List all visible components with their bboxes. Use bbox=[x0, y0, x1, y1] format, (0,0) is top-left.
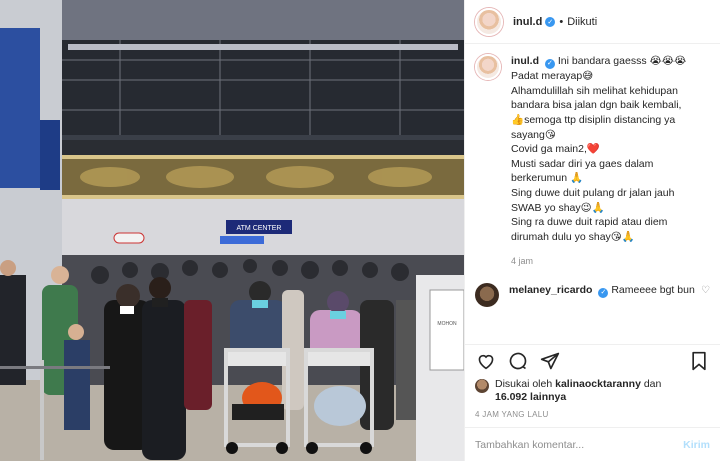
comment-like-heart-icon[interactable]: ♡ bbox=[701, 285, 710, 296]
verified-icon: ✓ bbox=[598, 288, 609, 299]
comment-icon[interactable] bbox=[507, 350, 529, 372]
caption-line: Covid ga main2,❤️ bbox=[511, 143, 600, 156]
caption-line: berkerumun 🙏 bbox=[511, 172, 584, 185]
caption-text: inul.d ✓ Ini bandara gaesss 😭😭😭 Padat me… bbox=[511, 54, 686, 269]
post-sidebar: inul.d ✓ • Diikuti inul.d ✓ Ini bandara … bbox=[464, 0, 720, 461]
caption-line: Sing duwe duit pulang dr jalan jauh bbox=[511, 187, 675, 200]
caption-line: dirumah dulu yo shay😘🙏 bbox=[511, 230, 635, 243]
send-comment-button[interactable]: Kirim bbox=[683, 439, 710, 451]
caption-line: 👍semoga ttp disiplin distancing ya bbox=[511, 114, 676, 127]
comment-item: melaney_ricardo ✓ Rameeee bgt bun ♡ bbox=[475, 283, 710, 308]
comment-input[interactable] bbox=[475, 438, 684, 451]
caption-line: sayang😘 bbox=[511, 128, 556, 141]
comment-body: Rameeee bgt bun bbox=[611, 284, 695, 297]
liker-avatar[interactable] bbox=[475, 379, 489, 393]
commenter-avatar[interactable] bbox=[475, 283, 499, 308]
post-photo[interactable]: ATM CENTER MOHON bbox=[0, 0, 464, 461]
verified-icon: ✓ bbox=[544, 59, 555, 70]
author-avatar[interactable] bbox=[475, 7, 503, 36]
caption-line: Ini bandara gaesss 😭😭😭 bbox=[557, 55, 687, 67]
likes-count[interactable]: 16.092 lainnya bbox=[495, 391, 566, 403]
bookmark-icon[interactable] bbox=[688, 350, 710, 372]
likes-prefix: Disukai oleh bbox=[495, 378, 553, 390]
caption-line: bandara bisa jalan dgn baik kembali, bbox=[511, 99, 682, 112]
caption-line: Alhamdulillah sih melihat kehidupan bbox=[511, 84, 678, 97]
caption-username[interactable]: inul.d bbox=[511, 55, 539, 67]
airport-crowd-image: ATM CENTER MOHON bbox=[0, 0, 464, 461]
share-icon[interactable] bbox=[539, 350, 561, 372]
caption-line: Sing ra duwe duit rapid atau diem bbox=[511, 216, 668, 229]
comment-text: melaney_ricardo ✓ Rameeee bgt bun bbox=[509, 283, 695, 299]
commenter-username[interactable]: melaney_ricardo bbox=[509, 284, 592, 296]
liker-username[interactable]: kalinaocktaranny bbox=[555, 378, 641, 390]
likes-connector: dan bbox=[643, 378, 662, 390]
caption-line: SWAB yo shay😉🙏 bbox=[511, 201, 605, 214]
post-timestamp[interactable]: 4 JAM YANG LALU bbox=[465, 404, 720, 427]
follow-status-button[interactable]: Diikuti bbox=[567, 16, 597, 28]
author-username[interactable]: inul.d bbox=[513, 16, 542, 28]
verified-icon: ✓ bbox=[545, 16, 556, 27]
add-comment-bar: Kirim bbox=[465, 427, 720, 461]
instagram-post: ATM CENTER MOHON inul.d ✓ • Diikuti inul… bbox=[0, 0, 720, 461]
caption-comment: inul.d ✓ Ini bandara gaesss 😭😭😭 Padat me… bbox=[475, 54, 710, 269]
caption-avatar[interactable] bbox=[475, 54, 501, 80]
heart-icon[interactable] bbox=[475, 350, 497, 372]
action-bar bbox=[465, 344, 720, 376]
likes-summary: Disukai oleh kalinaocktaranny dan 16.092… bbox=[465, 376, 720, 404]
caption-line: Padat merayap😅 bbox=[511, 70, 594, 83]
atm-center-sign: ATM CENTER bbox=[237, 225, 282, 232]
separator-dot: • bbox=[559, 15, 564, 28]
comments-area: inul.d ✓ Ini bandara gaesss 😭😭😭 Padat me… bbox=[465, 44, 720, 344]
caption-time[interactable]: 4 jam bbox=[511, 254, 686, 269]
caption-line: Musti sadar diri ya gaes dalam bbox=[511, 157, 654, 170]
notice-sign: MOHON bbox=[437, 321, 457, 327]
post-header: inul.d ✓ • Diikuti bbox=[465, 0, 720, 44]
